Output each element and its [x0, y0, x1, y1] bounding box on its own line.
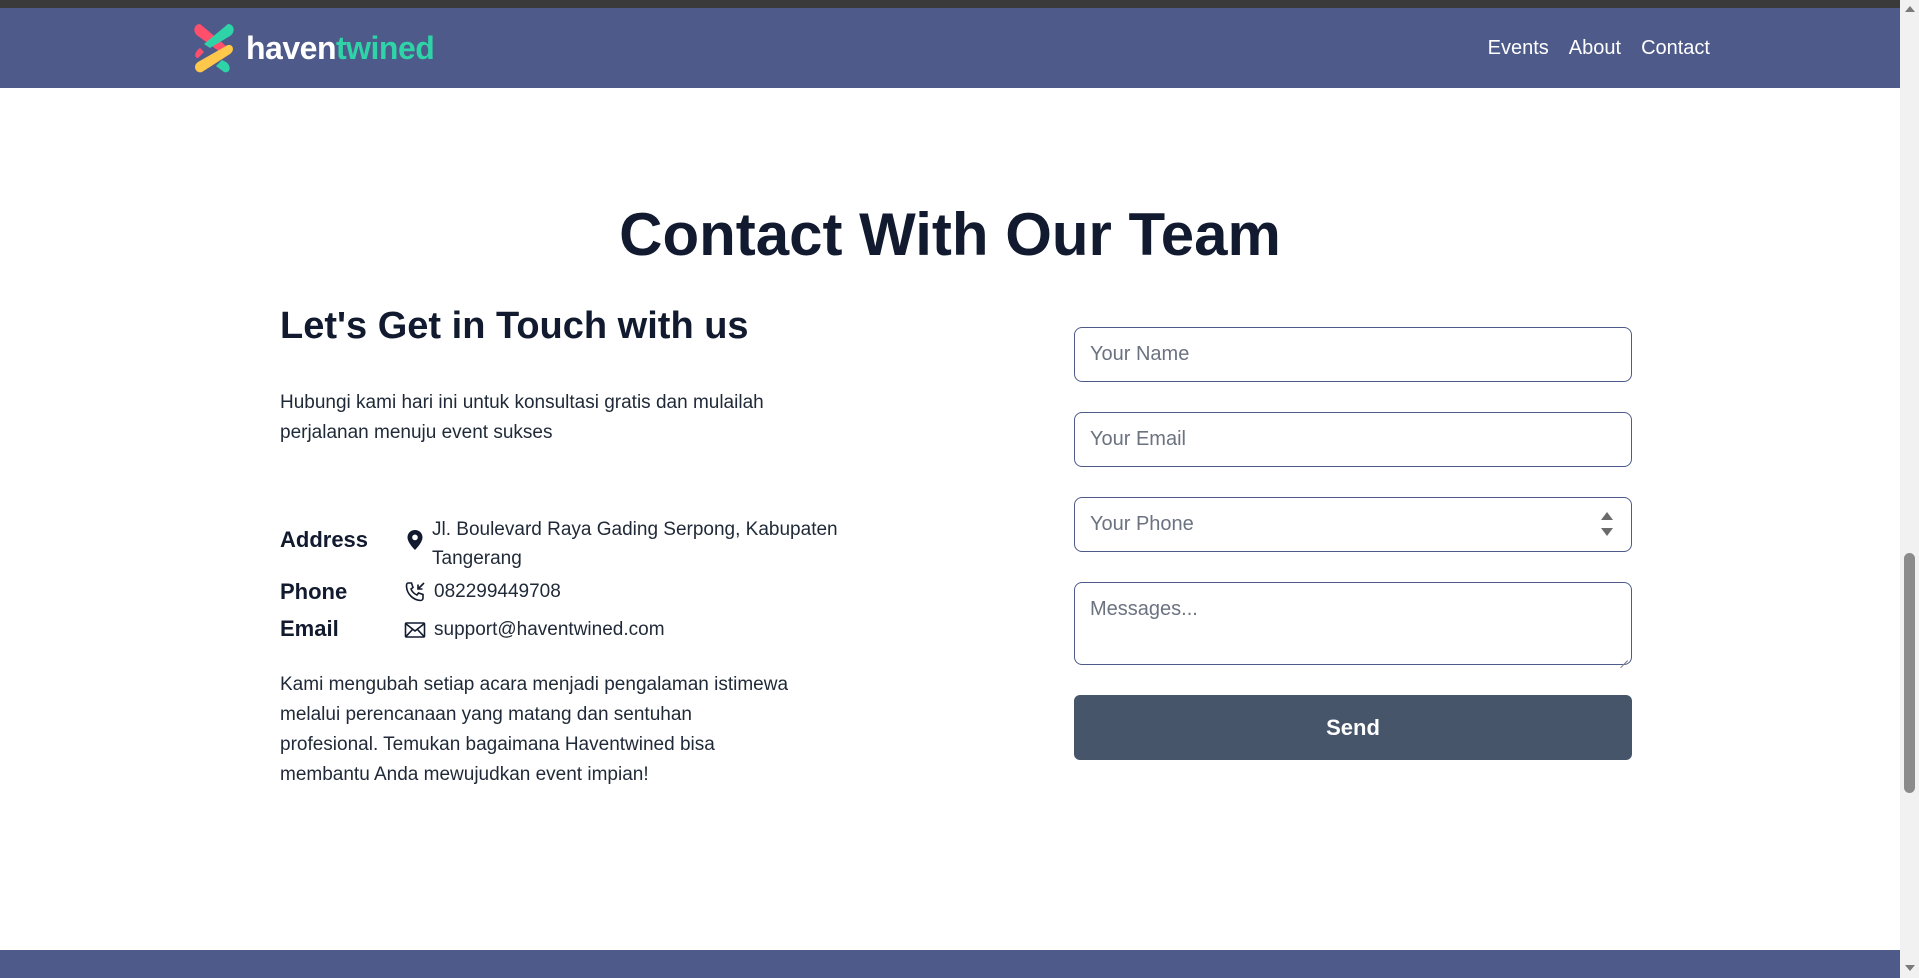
phone-value[interactable]: 082299449708 — [434, 577, 561, 606]
location-pin-icon — [400, 525, 430, 555]
name-input[interactable]: Your Name — [1074, 327, 1632, 382]
email-row: Email support@haventwined.com — [280, 615, 665, 645]
address-value: Jl. Boulevard Raya Gading Serpong, Kabup… — [432, 519, 838, 569]
nav-about[interactable]: About — [1569, 37, 1621, 60]
brand-name-part2: twined — [335, 29, 435, 66]
email-value[interactable]: support@haventwined.com — [434, 615, 665, 644]
email-label: Email — [280, 616, 339, 641]
message-placeholder: Messages... — [1090, 598, 1198, 620]
browser-top-strip — [0, 0, 1900, 8]
main-nav: Events About Contact — [1488, 8, 1710, 88]
address-label: Address — [280, 527, 369, 552]
phone-row: Phone 082299449708 — [280, 577, 561, 607]
brand-mark-icon — [194, 24, 234, 73]
nav-contact[interactable]: Contact — [1641, 37, 1710, 60]
phone-icon — [400, 577, 430, 607]
contact-subtitle: Let's Get in Touch with us — [280, 305, 749, 347]
phone-input-placeholder: Your Phone — [1090, 513, 1194, 535]
scroll-down-icon[interactable] — [1904, 963, 1915, 974]
address-row: Address Jl. Boulevard Raya Gading Serpon… — [280, 515, 862, 573]
contact-info-section: Let's Get in Touch with us Hubungi kami … — [280, 305, 880, 785]
page-title: Contact With Our Team — [619, 201, 1281, 268]
number-spinner-icon[interactable] — [1601, 510, 1613, 540]
scroll-up-icon[interactable] — [1904, 4, 1915, 15]
brand-name: haventwined — [246, 29, 435, 67]
phone-input[interactable]: Your Phone — [1074, 497, 1632, 552]
navbar: haventwined Events About Contact — [0, 8, 1900, 88]
contact-intro: Hubungi kami hari ini untuk konsultasi g… — [280, 392, 764, 443]
envelope-icon — [400, 615, 430, 645]
resize-handle-icon[interactable] — [1618, 651, 1628, 661]
nav-events[interactable]: Events — [1488, 37, 1549, 60]
brand-name-part1: haven — [246, 29, 336, 66]
page-scrollbar[interactable] — [1900, 0, 1919, 978]
phone-label: Phone — [280, 579, 348, 604]
message-textarea[interactable]: Messages... — [1074, 582, 1632, 665]
brand-logo[interactable]: haventwined — [190, 18, 435, 78]
contact-closing-text: Kami mengubah setiap acara menjadi penga… — [280, 674, 789, 785]
email-input[interactable]: Your Email — [1074, 412, 1632, 467]
footer — [0, 950, 1900, 978]
send-button[interactable]: Send — [1074, 695, 1632, 760]
scrollbar-thumb[interactable] — [1904, 553, 1915, 793]
